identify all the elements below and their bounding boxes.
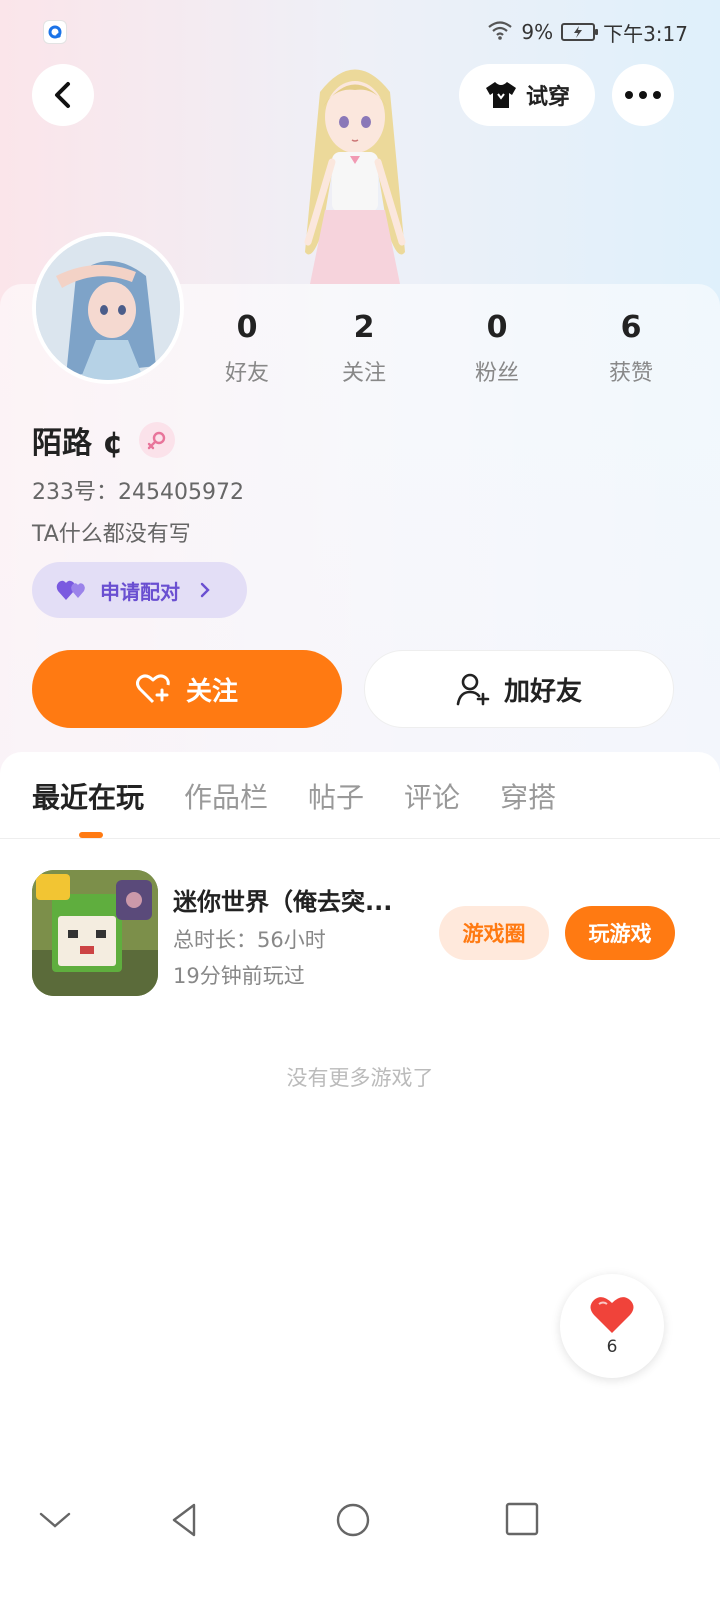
nav-home-icon[interactable] bbox=[335, 1502, 371, 1542]
stat-value: 2 bbox=[353, 310, 375, 345]
profile-tabs: 最近在玩 作品栏 帖子 评论 穿搭 bbox=[32, 776, 556, 816]
chevron-right-icon bbox=[200, 582, 210, 598]
status-right: 9% 下午3:17 bbox=[487, 18, 688, 47]
game-playtime: 总时长：56小时 bbox=[173, 928, 326, 952]
user-id: 233号：245405972 bbox=[32, 480, 244, 505]
play-game-button[interactable]: 玩游戏 bbox=[565, 906, 675, 960]
request-pair-button[interactable]: 申请配对 bbox=[32, 562, 247, 618]
wifi-icon bbox=[487, 20, 513, 45]
stat-label: 关注 bbox=[341, 361, 386, 386]
like-floating-button[interactable]: 6 bbox=[560, 1274, 664, 1378]
battery-percent: 9% bbox=[521, 20, 554, 44]
female-gender-icon bbox=[139, 422, 176, 458]
avatar-3d-figure bbox=[270, 52, 440, 284]
stat-label: 好友 bbox=[224, 361, 269, 386]
follow-label: 关注 bbox=[185, 676, 238, 707]
battery-icon bbox=[561, 23, 599, 41]
more-dots-icon bbox=[625, 91, 661, 99]
try-on-label: 试穿 bbox=[525, 85, 570, 110]
bio: TA什么都没有写 bbox=[32, 522, 191, 547]
profile-stats: 0 好友 2 关注 0 粉丝 6 获赞 bbox=[190, 310, 690, 390]
tab-outfits[interactable]: 穿搭 bbox=[500, 776, 556, 816]
like-count: 6 bbox=[606, 1337, 618, 1357]
back-button[interactable] bbox=[32, 64, 94, 126]
tab-works[interactable]: 作品栏 bbox=[184, 776, 268, 816]
clock: 下午3:17 bbox=[603, 21, 688, 46]
avatar[interactable] bbox=[32, 232, 184, 384]
stat-fans[interactable]: 0 粉丝 bbox=[447, 310, 547, 387]
stat-value: 6 bbox=[620, 310, 642, 345]
recent-game-item[interactable]: 迷你世界（俺去突... 总时长：56小时 19分钟前玩过 游戏圈 玩游戏 bbox=[32, 870, 688, 996]
add-friend-label: 加好友 bbox=[503, 676, 582, 707]
tabs-divider bbox=[0, 838, 720, 839]
more-button[interactable] bbox=[612, 64, 674, 126]
heart-icon bbox=[590, 1297, 634, 1333]
nav-recents-icon[interactable] bbox=[505, 1502, 539, 1540]
pair-hearts-icon bbox=[56, 580, 85, 600]
game-circle-button[interactable]: 游戏圈 bbox=[439, 906, 549, 960]
nav-collapse-icon[interactable] bbox=[38, 1510, 72, 1534]
avatar-image bbox=[36, 236, 180, 380]
tab-posts[interactable]: 帖子 bbox=[308, 776, 364, 816]
nav-back-icon[interactable] bbox=[170, 1502, 198, 1542]
tshirt-icon bbox=[485, 82, 516, 108]
add-user-icon bbox=[456, 673, 490, 706]
no-more-games-text: 没有更多游戏了 bbox=[286, 1066, 434, 1090]
status-left bbox=[44, 21, 66, 43]
app-notification-icon bbox=[44, 21, 66, 43]
try-on-button[interactable]: 试穿 bbox=[459, 64, 595, 126]
game-name: 迷你世界（俺去突... bbox=[173, 888, 393, 916]
stat-likes[interactable]: 6 获赞 bbox=[581, 310, 681, 387]
follow-button[interactable]: 关注 bbox=[32, 650, 342, 728]
heart-plus-icon bbox=[135, 674, 170, 704]
stat-value: 0 bbox=[486, 310, 508, 345]
back-arrow-icon bbox=[55, 82, 70, 108]
add-friend-button[interactable]: 加好友 bbox=[364, 650, 674, 728]
stat-label: 粉丝 bbox=[474, 361, 519, 386]
stat-value: 0 bbox=[236, 310, 258, 345]
nickname-row: 陌路 ¢ bbox=[32, 418, 176, 462]
stat-following[interactable]: 2 关注 bbox=[314, 310, 414, 387]
stat-label: 获赞 bbox=[608, 361, 653, 386]
tab-recently-played[interactable]: 最近在玩 bbox=[32, 776, 144, 816]
system-navigation-bar bbox=[0, 1480, 720, 1600]
pair-label: 申请配对 bbox=[100, 579, 180, 604]
stat-friends[interactable]: 0 好友 bbox=[197, 310, 297, 387]
tab-comments[interactable]: 评论 bbox=[404, 776, 460, 816]
nickname: 陌路 ¢ bbox=[32, 426, 124, 461]
game-last-played: 19分钟前玩过 bbox=[173, 964, 305, 988]
game-icon[interactable] bbox=[32, 870, 158, 996]
